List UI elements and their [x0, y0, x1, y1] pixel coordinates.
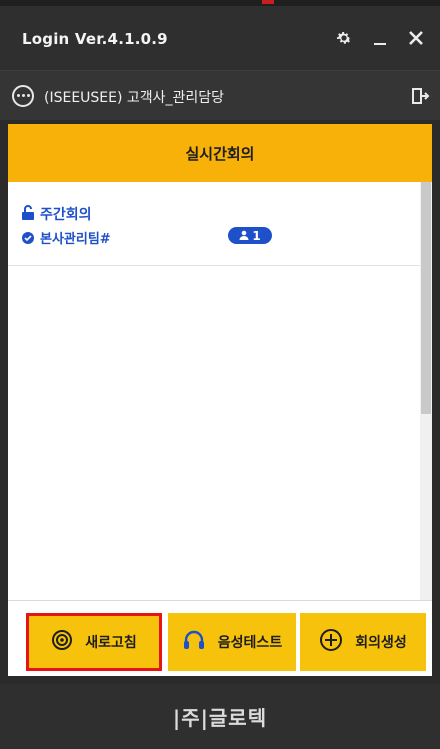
gear-icon[interactable]: [334, 28, 354, 48]
app-title: Login Ver.4.1.0.9: [22, 30, 168, 48]
meeting-team: 본사관리팀#: [40, 232, 111, 247]
user-bar: (ISEEUSEE) 고객사_관리담당: [0, 70, 440, 120]
headset-icon: [182, 628, 206, 656]
meeting-panel: 실시간회의 주간회의 본사관리팀# 1: [8, 124, 432, 600]
person-icon: [239, 229, 249, 243]
create-meeting-label: 회의생성: [355, 635, 407, 651]
footer: |주|글로텍: [0, 684, 440, 749]
title-bar: Login Ver.4.1.0.9: [0, 6, 440, 70]
participant-badge: 1: [228, 227, 272, 244]
voice-test-label: 음성테스트: [217, 635, 283, 651]
close-icon[interactable]: [406, 28, 426, 48]
action-bar: 새로고침 음성테스트 회의생성: [8, 600, 432, 676]
list-item[interactable]: 주간회의 본사관리팀# 1: [8, 182, 420, 266]
participant-count: 1: [252, 228, 261, 243]
top-strip-mark: [262, 0, 274, 4]
window-controls: [334, 28, 426, 48]
tab-live-meeting[interactable]: 실시간회의: [8, 124, 432, 182]
voice-test-button[interactable]: 음성테스트: [168, 613, 296, 671]
refresh-label: 새로고침: [85, 635, 137, 651]
check-circle-icon: [22, 231, 34, 244]
refresh-icon: [51, 629, 73, 655]
create-meeting-button[interactable]: 회의생성: [300, 613, 426, 671]
exit-door-icon[interactable]: [410, 86, 430, 106]
plus-circle-icon: [319, 628, 343, 656]
scrollbar-thumb[interactable]: [421, 182, 431, 414]
scrollbar[interactable]: [420, 182, 432, 600]
user-name: (ISEEUSEE) 고객사_관리담당: [44, 90, 225, 106]
refresh-button[interactable]: 새로고침: [26, 613, 162, 671]
brand-logo: |주|글로텍: [172, 706, 268, 730]
minimize-icon[interactable]: [370, 28, 390, 48]
more-icon[interactable]: [12, 85, 34, 107]
meeting-list: 주간회의 본사관리팀# 1: [8, 182, 420, 600]
tab-label: 실시간회의: [185, 144, 255, 163]
lock-open-icon: [22, 204, 34, 224]
meeting-title: 주간회의: [40, 207, 92, 223]
